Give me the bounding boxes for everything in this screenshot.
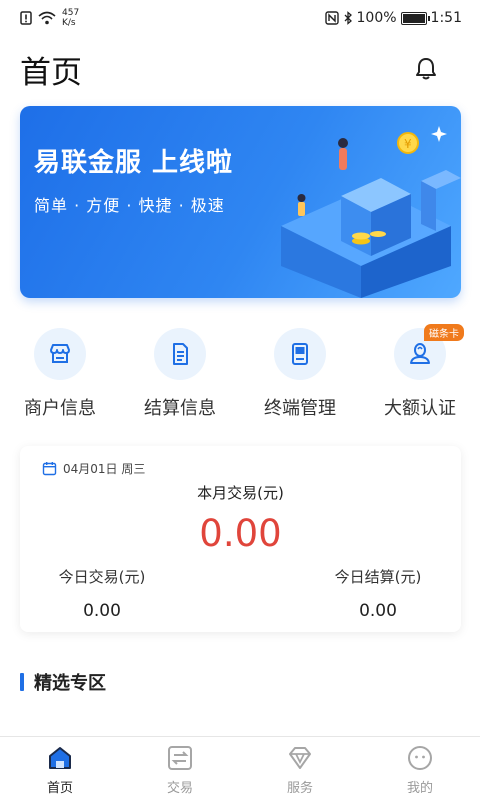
quick-menu: 商户信息 结算信息 终端管理 磁条卡 大额认证 <box>0 324 480 420</box>
month-trade-label: 本月交易(元) <box>197 484 284 502</box>
menu-label: 结算信息 <box>144 398 216 419</box>
menu-merchant-info[interactable]: 商户信息 <box>0 328 120 420</box>
page-title: 首页 <box>20 54 82 91</box>
wifi-icon <box>38 11 56 25</box>
magstripe-badge: 磁条卡 <box>424 324 464 341</box>
banner-title: 易联金服 上线啦 <box>34 148 234 178</box>
date-row: 04月01日 周三 <box>42 460 145 477</box>
tab-services[interactable]: 服务 <box>240 737 360 800</box>
menu-settlement-info[interactable]: 结算信息 <box>120 328 240 420</box>
transfer-icon <box>168 746 192 770</box>
tab-label: 交易 <box>166 781 193 796</box>
battery-percent: 100% <box>356 10 397 26</box>
today-settle-label: 今日结算(元) <box>334 568 422 586</box>
menu-label: 终端管理 <box>264 398 336 419</box>
nfc-icon <box>324 11 339 25</box>
pos-terminal-icon <box>274 328 326 380</box>
section-accent-bar <box>20 673 24 691</box>
today-trade-block: 今日交易(元) 0.00 <box>22 566 182 621</box>
tab-home[interactable]: 首页 <box>0 737 120 800</box>
isometric-illustration: ¥ <box>281 126 461 298</box>
tab-label: 首页 <box>46 781 73 796</box>
tab-label: 我的 <box>406 781 433 796</box>
diamond-icon <box>289 747 311 769</box>
today-settle-block: 今日结算(元) 0.00 <box>298 566 458 621</box>
current-date: 04月01日 周三 <box>63 462 146 476</box>
home-icon <box>49 747 71 769</box>
profile-icon <box>408 746 432 770</box>
banner-subtitle: 简单 · 方便 · 快捷 · 极速 <box>34 196 225 215</box>
network-speed-value: 457 <box>62 8 80 18</box>
status-right: 100% 1:51 <box>324 10 462 26</box>
store-icon <box>34 328 86 380</box>
calendar-icon <box>42 462 57 476</box>
bluetooth-icon <box>344 11 352 25</box>
featured-section-header: 精选专区 <box>20 669 106 695</box>
battery-icon <box>400 11 430 25</box>
tab-label: 服务 <box>286 781 313 796</box>
svg-text:¥: ¥ <box>404 137 412 151</box>
menu-label: 商户信息 <box>24 398 96 419</box>
sim-alert-icon <box>20 11 32 25</box>
today-trade-label: 今日交易(元) <box>58 568 146 586</box>
menu-terminal-management[interactable]: 终端管理 <box>240 328 360 420</box>
clock: 1:51 <box>430 10 462 26</box>
promo-banner[interactable]: 易联金服 上线啦 简单 · 方便 · 快捷 · 极速 ¥ <box>20 106 461 298</box>
section-title: 精选专区 <box>34 673 106 694</box>
status-bar: 457 K/s 100% 1:51 <box>0 0 480 36</box>
network-speed: 457 K/s <box>62 8 79 28</box>
today-trade-amount: 0.00 <box>83 601 121 621</box>
menu-large-amount-verify[interactable]: 磁条卡 大额认证 <box>360 324 480 420</box>
menu-label: 大额认证 <box>384 398 456 419</box>
status-left: 457 K/s <box>20 8 79 28</box>
month-trade-amount: 0.00 <box>199 512 282 555</box>
tab-profile[interactable]: 我的 <box>360 737 480 800</box>
bell-icon[interactable] <box>412 55 440 83</box>
document-icon <box>154 328 206 380</box>
app-header: 首页 <box>0 44 480 94</box>
transaction-stats-card: 04月01日 周三 本月交易(元) 0.00 今日交易(元) 0.00 今日结算… <box>20 446 461 632</box>
bottom-tab-bar: 首页 交易 服务 我的 <box>0 736 480 800</box>
tab-transactions[interactable]: 交易 <box>120 737 240 800</box>
network-speed-unit: K/s <box>62 18 76 28</box>
today-settle-amount: 0.00 <box>359 601 397 621</box>
